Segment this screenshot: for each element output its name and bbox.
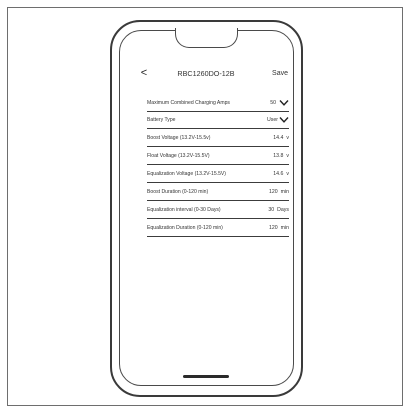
setting-value: User	[267, 117, 278, 123]
setting-value: 50	[270, 100, 276, 106]
setting-unit: min	[280, 189, 289, 195]
setting-value-field[interactable]: 14.6 v	[273, 167, 289, 181]
setting-unit: min	[280, 225, 289, 231]
row-divider	[147, 182, 289, 183]
phone-notch	[175, 28, 238, 48]
chevron-left-icon: <	[140, 67, 148, 79]
setting-label: Equalization interval (0-30 Days)	[147, 207, 221, 213]
setting-label: Battery Type	[147, 117, 176, 123]
row-divider	[147, 236, 289, 237]
chevron-down-icon	[279, 99, 289, 106]
row-divider	[147, 218, 289, 219]
setting-value: 13.8	[273, 153, 284, 159]
row-divider	[147, 200, 289, 201]
row-divider	[147, 128, 289, 129]
save-button[interactable]: Save	[264, 68, 288, 80]
setting-row-equalization-duration[interactable]: Equalization Duration (0-120 min) 120 min	[147, 221, 289, 237]
setting-label: Equalization Duration (0-120 min)	[147, 225, 223, 231]
setting-label: Float Voltage (13.2V-15.5V)	[147, 153, 210, 159]
setting-value-field[interactable]: 120 min	[269, 185, 289, 199]
setting-row-max-charging-amps[interactable]: Maximum Combined Charging Amps 50	[147, 96, 289, 112]
setting-unit: v	[286, 171, 289, 177]
setting-value: 14.6	[273, 171, 284, 177]
setting-row-boost-duration[interactable]: Boost Duration (0-120 min) 120 min	[147, 185, 289, 201]
setting-value: 14.4	[273, 135, 284, 141]
setting-value: 30	[268, 207, 275, 213]
setting-value: 120	[268, 225, 278, 231]
setting-dropdown[interactable]: User	[267, 113, 289, 127]
setting-label: Boost Voltage (13.2V-15.5v)	[147, 135, 211, 141]
setting-value: 120	[268, 189, 278, 195]
setting-row-boost-voltage[interactable]: Boost Voltage (13.2V-15.5v) 14.4 v	[147, 131, 289, 147]
setting-value-field[interactable]: 14.4 v	[273, 131, 289, 145]
home-indicator	[183, 375, 229, 378]
chevron-down-icon	[279, 116, 289, 123]
row-divider	[147, 146, 289, 147]
setting-unit: Days	[277, 207, 289, 213]
row-divider	[147, 164, 289, 165]
setting-row-battery-type[interactable]: Battery Type User	[147, 113, 289, 129]
setting-label: Maximum Combined Charging Amps	[147, 100, 230, 106]
back-button[interactable]: <	[139, 67, 149, 79]
page-title: RBC1260DO-12B	[177, 69, 235, 78]
setting-value-field[interactable]: 30 Days	[268, 203, 289, 217]
setting-row-float-voltage[interactable]: Float Voltage (13.2V-15.5V) 13.8 v	[147, 149, 289, 165]
setting-dropdown[interactable]: 50	[270, 96, 289, 110]
setting-label: Boost Duration (0-120 min)	[147, 189, 209, 195]
setting-row-equalization-voltage[interactable]: Equalization Voltage (13.2V-15.5V) 14.6 v	[147, 167, 289, 183]
setting-row-equalization-interval[interactable]: Equalization interval (0-30 Days) 30 Days	[147, 203, 289, 219]
row-divider	[147, 111, 289, 112]
setting-unit: v	[286, 135, 289, 141]
setting-value-field[interactable]: 120 min	[269, 221, 289, 235]
setting-value-field[interactable]: 13.8 v	[273, 149, 289, 163]
setting-unit: v	[286, 153, 289, 159]
setting-label: Equalization Voltage (13.2V-15.5V)	[147, 171, 227, 177]
